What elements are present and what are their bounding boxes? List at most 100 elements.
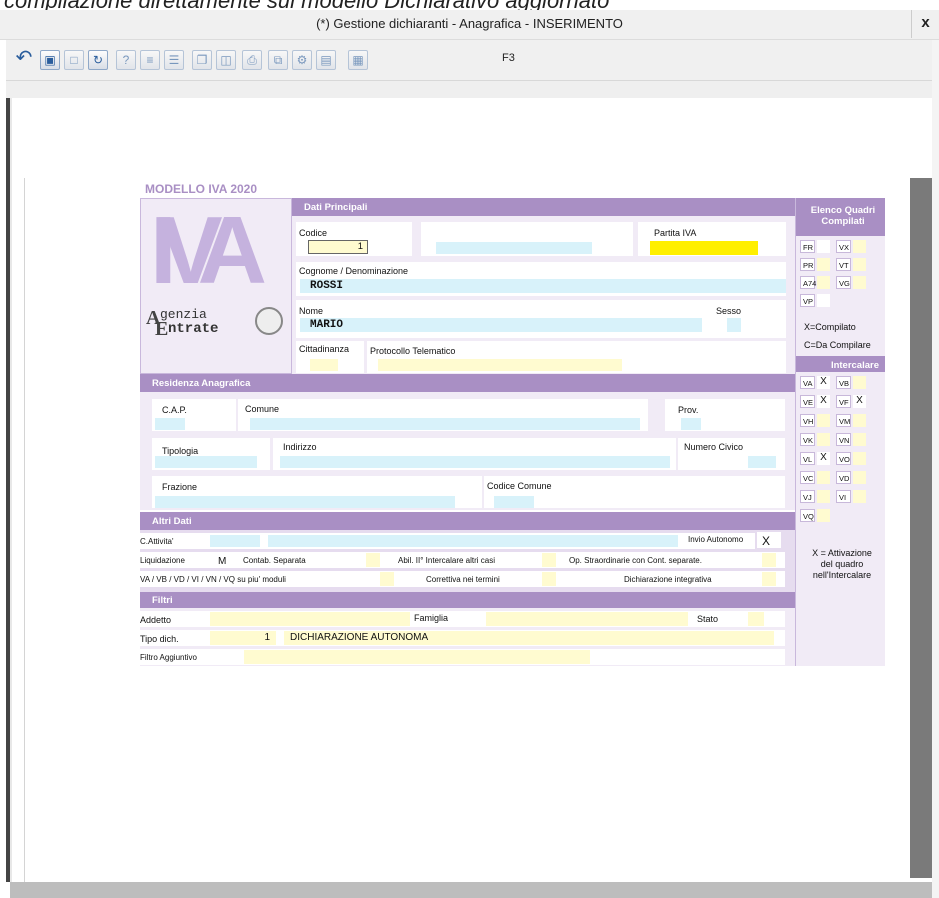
- title-bar: (*) Gestione dichiaranti - Anagrafica - …: [0, 10, 939, 40]
- codice-comune-input[interactable]: [494, 496, 534, 508]
- archive-icon[interactable]: ▤: [316, 50, 336, 70]
- quadro-a74-box[interactable]: [817, 276, 830, 289]
- intercalare-ve-box[interactable]: X: [817, 395, 830, 408]
- protocollo-input[interactable]: [378, 359, 622, 371]
- left-border: [6, 98, 12, 882]
- partita-iva-input[interactable]: [650, 241, 758, 255]
- intercalare-vk: VK: [800, 433, 815, 446]
- prov-label: Prov.: [678, 405, 699, 415]
- sesso-input[interactable]: [727, 318, 741, 332]
- intercalare-vf-box[interactable]: X: [853, 395, 866, 408]
- codice-comune-label: Codice Comune: [487, 481, 552, 491]
- intercalare-vk-box[interactable]: [817, 433, 830, 446]
- intercalare-vc-box[interactable]: [817, 471, 830, 484]
- quadro-fr: FR: [800, 240, 815, 253]
- filtri-header: [140, 592, 795, 608]
- horizontal-scrollbar[interactable]: [10, 882, 932, 898]
- indirizzo-label: Indirizzo: [283, 442, 317, 452]
- vertical-scrollbar[interactable]: [932, 40, 939, 898]
- legend-da-compilare: C=Da Compilare: [804, 340, 871, 350]
- intercalare-va-box[interactable]: X: [817, 376, 830, 389]
- famiglia-input[interactable]: [486, 612, 688, 626]
- quadro-vt-box[interactable]: [853, 258, 866, 271]
- prov-input[interactable]: [681, 418, 701, 430]
- close-button[interactable]: x: [911, 10, 939, 38]
- intercalare-vm: VM: [836, 414, 851, 427]
- undo-icon[interactable]: ↶: [14, 48, 34, 70]
- intercalare-vl-box[interactable]: X: [817, 452, 830, 465]
- intercalare-vl: VL: [800, 452, 815, 465]
- abil-intercalare-input[interactable]: [542, 553, 556, 567]
- cognome-input[interactable]: ROSSI: [300, 279, 786, 293]
- frazione-input[interactable]: [155, 496, 455, 508]
- correttiva-label: Correttiva nei termini: [426, 575, 500, 584]
- codice-input[interactable]: 1: [308, 240, 368, 254]
- intercalare-vo: VO: [836, 452, 851, 465]
- quadro-pr-box[interactable]: [817, 258, 830, 271]
- indirizzo-input[interactable]: [280, 456, 670, 468]
- comune-input[interactable]: [250, 418, 640, 430]
- residenza-title: Residenza Anagrafica: [152, 378, 251, 389]
- contab-separata-input[interactable]: [366, 553, 380, 567]
- numero-civico-input[interactable]: [748, 456, 776, 468]
- attivita-desc-input[interactable]: [268, 535, 678, 547]
- correttiva-input[interactable]: [542, 572, 556, 586]
- integrativa-input[interactable]: [762, 572, 776, 586]
- document-icon[interactable]: ❐: [192, 50, 212, 70]
- abil-intercalare-label: Abil. II° Intercalare altri casi: [398, 556, 496, 565]
- va-moduli-input[interactable]: [380, 572, 394, 586]
- refresh-icon[interactable]: ↻: [88, 50, 108, 70]
- op-straordinarie-input[interactable]: [762, 553, 776, 567]
- cap-input[interactable]: [155, 418, 185, 430]
- intercalare-vo-box[interactable]: [853, 452, 866, 465]
- window-title: (*) Gestione dichiaranti - Anagrafica - …: [316, 16, 623, 31]
- filtro-aggiuntivo-input[interactable]: [244, 650, 590, 664]
- pdf-icon[interactable]: ⧉: [268, 50, 288, 70]
- intercalare-vi-box[interactable]: [853, 490, 866, 503]
- intercalare-vc: VC: [800, 471, 815, 484]
- comune-label: Comune: [245, 404, 280, 414]
- codice-desc-input[interactable]: [436, 242, 592, 254]
- attivita-code-input[interactable]: [210, 535, 260, 547]
- invio-autonomo-check[interactable]: X: [762, 534, 770, 548]
- intercalare-vj-box[interactable]: [817, 490, 830, 503]
- quadro-vg-box[interactable]: [853, 276, 866, 289]
- print-icon[interactable]: ⎙: [242, 50, 262, 70]
- filtro-aggiuntivo-label: Filtro Aggiuntivo: [140, 653, 197, 662]
- op-straordinarie-label: Op. Straordinarie con Cont. separate.: [569, 556, 702, 565]
- list-icon[interactable]: ≡: [140, 50, 160, 70]
- intercalare-vn-box[interactable]: [853, 433, 866, 446]
- quadro-vg: VG: [836, 276, 851, 289]
- details-icon[interactable]: ☰: [164, 50, 184, 70]
- intercalare-vm-box[interactable]: [853, 414, 866, 427]
- intercalare-vd-box[interactable]: [853, 471, 866, 484]
- liquidazione-value[interactable]: M: [218, 556, 226, 567]
- legend-attivazione: X = Attivazione: [812, 548, 872, 558]
- tipo-dich-code[interactable]: 1: [210, 631, 276, 645]
- intercalare-vh-box[interactable]: [817, 414, 830, 427]
- tipo-dich-desc[interactable]: DICHIARAZIONE AUTONOMA: [284, 631, 774, 645]
- settings-icon[interactable]: ⚙: [292, 50, 312, 70]
- intercalare-vq: VQ: [800, 509, 815, 522]
- help-icon[interactable]: ?: [116, 50, 136, 70]
- calculator-icon[interactable]: ▦: [348, 50, 368, 70]
- quadro-fr-box[interactable]: [817, 240, 830, 253]
- nome-input[interactable]: MARIO: [300, 318, 702, 332]
- tipologia-input[interactable]: [155, 456, 257, 468]
- model-title: MODELLO IVA 2020: [145, 182, 258, 196]
- save-icon[interactable]: ▣: [40, 50, 60, 70]
- contab-separata-label: Contab. Separata: [243, 556, 306, 565]
- stato-input[interactable]: [748, 612, 764, 626]
- addetto-input[interactable]: [210, 612, 410, 626]
- legend-intercalare: nell'Intercalare: [812, 570, 872, 580]
- cittadinanza-input[interactable]: [310, 359, 338, 371]
- preview-icon[interactable]: ◫: [216, 50, 236, 70]
- emblem-icon: [255, 307, 283, 335]
- save-as-icon[interactable]: □: [64, 50, 84, 70]
- intercalare-vi: VI: [836, 490, 851, 503]
- quadro-vp-box[interactable]: [817, 294, 830, 307]
- intercalare-vb-box[interactable]: [853, 376, 866, 389]
- intercalare-vq-box[interactable]: [817, 509, 830, 522]
- quadro-vx-box[interactable]: [853, 240, 866, 253]
- integrativa-label: Dichiarazione integrativa: [624, 575, 712, 584]
